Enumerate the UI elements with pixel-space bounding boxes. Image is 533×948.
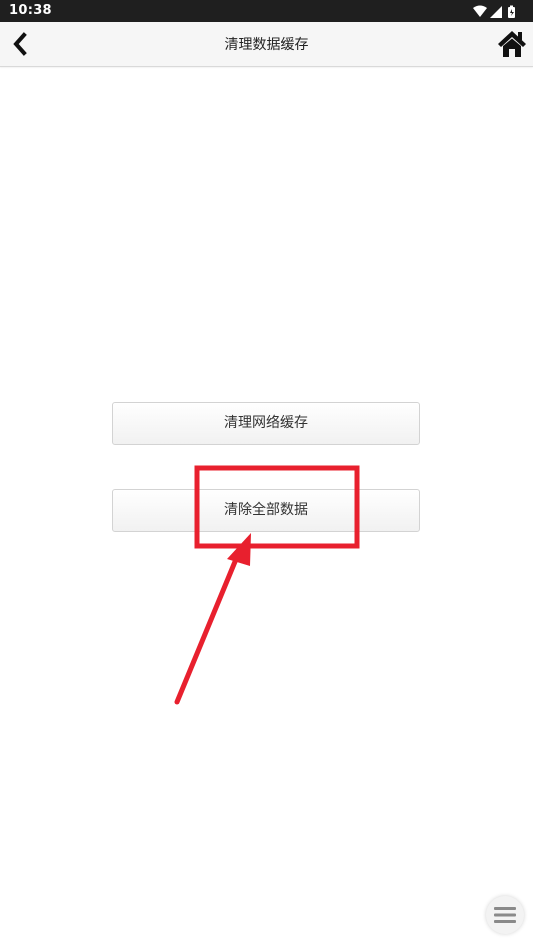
battery-icon: [508, 5, 515, 18]
home-icon: [498, 31, 526, 57]
floating-menu-button[interactable]: [486, 896, 524, 934]
pointer-arrow-head: [227, 533, 251, 566]
status-time: 10:38: [9, 3, 52, 18]
wifi-icon: [473, 5, 487, 17]
menu-icon: [494, 907, 516, 923]
app-header: 清理数据缓存: [0, 22, 533, 67]
clear-all-data-button[interactable]: 清除全部数据: [112, 489, 420, 532]
page-title: 清理数据缓存: [224, 37, 309, 53]
cellular-signal-icon: [490, 6, 502, 18]
status-bar: 10:38: [0, 0, 533, 22]
screen: 10:38 清理数据缓存 清理网络缓存 清除全部数据: [0, 0, 533, 948]
home-button[interactable]: [497, 29, 527, 59]
annotation-overlay: [174, 465, 360, 705]
status-icons: [473, 4, 519, 18]
pointer-arrow-shaft: [174, 549, 242, 705]
clear-network-cache-button[interactable]: 清理网络缓存: [112, 402, 420, 445]
